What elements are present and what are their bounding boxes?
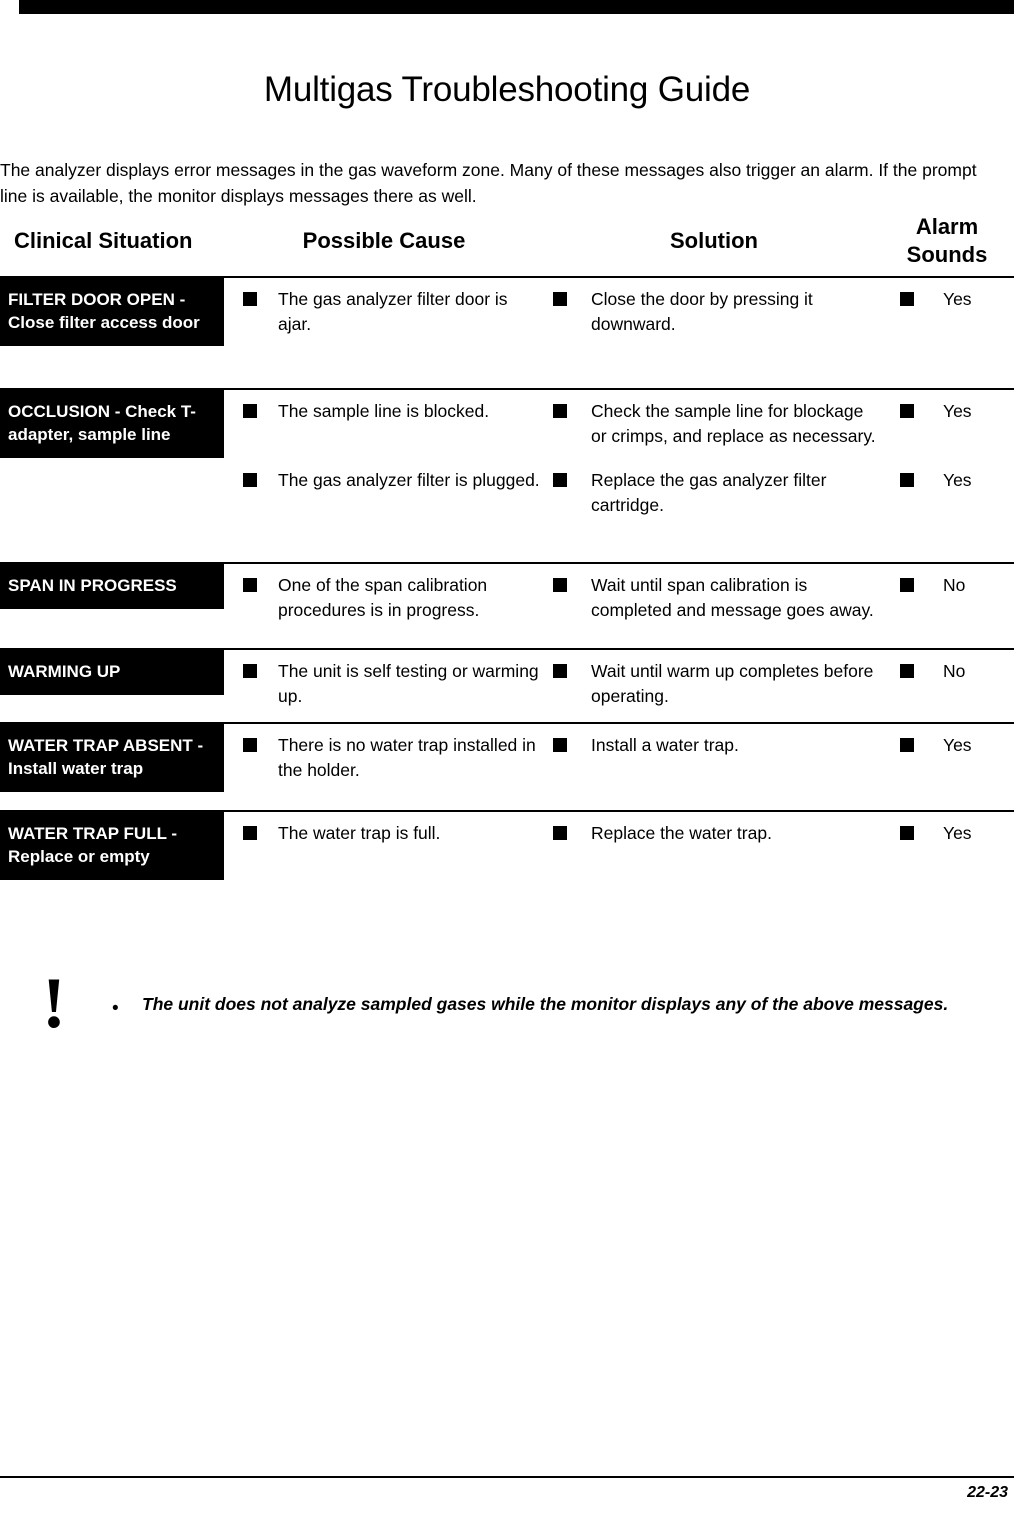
cause-bullet-icon bbox=[243, 578, 257, 592]
alarm-bullet-icon bbox=[900, 664, 914, 678]
row-entry: The gas analyzer filter is plugged. Repla… bbox=[0, 459, 1014, 528]
possible-cause-text: The sample line is blocked. bbox=[278, 401, 490, 421]
solution-bullet-icon bbox=[553, 826, 567, 840]
page-title: Multigas Troubleshooting Guide bbox=[263, 70, 751, 109]
possible-cause-text: The water trap is full. bbox=[278, 823, 441, 843]
cause-bullet-icon bbox=[243, 292, 257, 306]
solution-bullet-icon bbox=[553, 578, 567, 592]
solution-text: Wait until warm up completes before oper… bbox=[591, 661, 874, 706]
row-entries: The gas analyzer filter door is ajar. Clo… bbox=[0, 278, 1014, 388]
possible-cause-text: One of the span calibration procedures i… bbox=[278, 575, 488, 620]
alarm-sounds-text: Yes bbox=[943, 735, 972, 755]
note-bullet-icon: • bbox=[112, 998, 119, 1019]
row-entry: One of the span calibration procedures i… bbox=[0, 564, 1014, 633]
alarm-sounds-text: Yes bbox=[943, 289, 972, 309]
column-header-clinical-situation: Clinical Situation bbox=[14, 228, 193, 253]
cause-bullet-icon bbox=[243, 473, 257, 487]
document-page: Multigas Troubleshooting Guide The analy… bbox=[0, 0, 1014, 1526]
possible-cause-text: The unit is self testing or warming up. bbox=[278, 661, 539, 706]
alarm-sounds-text: Yes bbox=[943, 470, 972, 490]
table-row: WATER TRAP FULL - Replace or empty The wa… bbox=[0, 812, 1014, 892]
solution-text: Check the sample line for blockage or cr… bbox=[591, 401, 876, 446]
solution-bullet-icon bbox=[553, 664, 567, 678]
possible-cause-text: The gas analyzer filter door is ajar. bbox=[278, 289, 508, 334]
alarm-bullet-icon bbox=[900, 292, 914, 306]
alarm-bullet-icon bbox=[900, 738, 914, 752]
solution-bullet-icon bbox=[553, 738, 567, 752]
row-entry: The water trap is full. Replace the water… bbox=[0, 812, 1014, 881]
footer-rule bbox=[0, 1476, 1014, 1478]
table-header-row: Clinical Situation Possible Cause Soluti… bbox=[0, 213, 1014, 276]
table-row: OCCLUSION - Check T-adapter, sample line… bbox=[0, 390, 1014, 564]
table-body: FILTER DOOR OPEN - Close filter access d… bbox=[0, 278, 1014, 892]
alarm-sounds-text: No bbox=[943, 575, 966, 595]
solution-text: Close the door by pressing it downward. bbox=[591, 289, 813, 334]
alarm-sounds-text: Yes bbox=[943, 823, 972, 843]
column-header-possible-cause: Possible Cause bbox=[302, 228, 466, 253]
row-entries: The water trap is full. Replace the water… bbox=[0, 812, 1014, 892]
solution-bullet-icon bbox=[553, 292, 567, 306]
exclamation-icon: ! bbox=[42, 963, 66, 1043]
column-header-alarm-sounds-line1: Alarm bbox=[915, 214, 979, 239]
row-entries: The unit is self testing or warming up. W… bbox=[0, 650, 1014, 722]
cause-bullet-icon bbox=[243, 826, 257, 840]
alarm-bullet-icon bbox=[900, 404, 914, 418]
alarm-sounds-text: No bbox=[943, 661, 966, 681]
column-header-alarm-sounds-line2: Sounds bbox=[906, 242, 988, 267]
intro-paragraph: The analyzer displays error messages in … bbox=[0, 159, 977, 206]
alarm-sounds-text: Yes bbox=[943, 401, 972, 421]
cause-bullet-icon bbox=[243, 738, 257, 752]
row-entries: One of the span calibration procedures i… bbox=[0, 564, 1014, 648]
solution-bullet-icon bbox=[553, 404, 567, 418]
possible-cause-text: The gas analyzer filter is plugged. bbox=[278, 470, 540, 490]
column-header-alarm-sounds: Alarm Sounds bbox=[880, 213, 1014, 269]
table-row: WATER TRAP ABSENT - Install water trap Th… bbox=[0, 724, 1014, 812]
row-entry: The gas analyzer filter door is ajar. Clo… bbox=[0, 278, 1014, 347]
solution-text: Replace the water trap. bbox=[591, 823, 772, 843]
column-header-solution: Solution bbox=[670, 228, 758, 253]
solution-text: Wait until span calibration is completed… bbox=[591, 575, 874, 620]
note-text: The unit does not analyze sampled gases … bbox=[142, 994, 949, 1014]
solution-bullet-icon bbox=[553, 473, 567, 487]
alarm-bullet-icon bbox=[900, 826, 914, 840]
table-row: WARMING UP The unit is self testing or wa… bbox=[0, 650, 1014, 724]
row-entries: There is no water trap installed in the … bbox=[0, 724, 1014, 810]
possible-cause-text: There is no water trap installed in the … bbox=[278, 735, 536, 780]
table-row: SPAN IN PROGRESS One of the span calibrat… bbox=[0, 564, 1014, 650]
row-entries: The sample line is blocked. Check the sam… bbox=[0, 390, 1014, 562]
row-entry: There is no water trap installed in the … bbox=[0, 724, 1014, 793]
solution-text: Install a water trap. bbox=[591, 735, 739, 755]
troubleshooting-table: Clinical Situation Possible Cause Soluti… bbox=[0, 213, 1014, 276]
cause-bullet-icon bbox=[243, 404, 257, 418]
note-block: ! • The unit does not analyze sampled ga… bbox=[0, 967, 1014, 1065]
table-row: FILTER DOOR OPEN - Close filter access d… bbox=[0, 278, 1014, 390]
page-top-black-bar bbox=[19, 0, 1014, 14]
row-entry: The unit is self testing or warming up. W… bbox=[0, 650, 1014, 719]
alarm-bullet-icon bbox=[900, 578, 914, 592]
alarm-bullet-icon bbox=[900, 473, 914, 487]
row-entry: The sample line is blocked. Check the sam… bbox=[0, 390, 1014, 459]
solution-text: Replace the gas analyzer filter cartridg… bbox=[591, 470, 827, 515]
footer-page-number: 22-23 bbox=[967, 1484, 1008, 1501]
cause-bullet-icon bbox=[243, 664, 257, 678]
